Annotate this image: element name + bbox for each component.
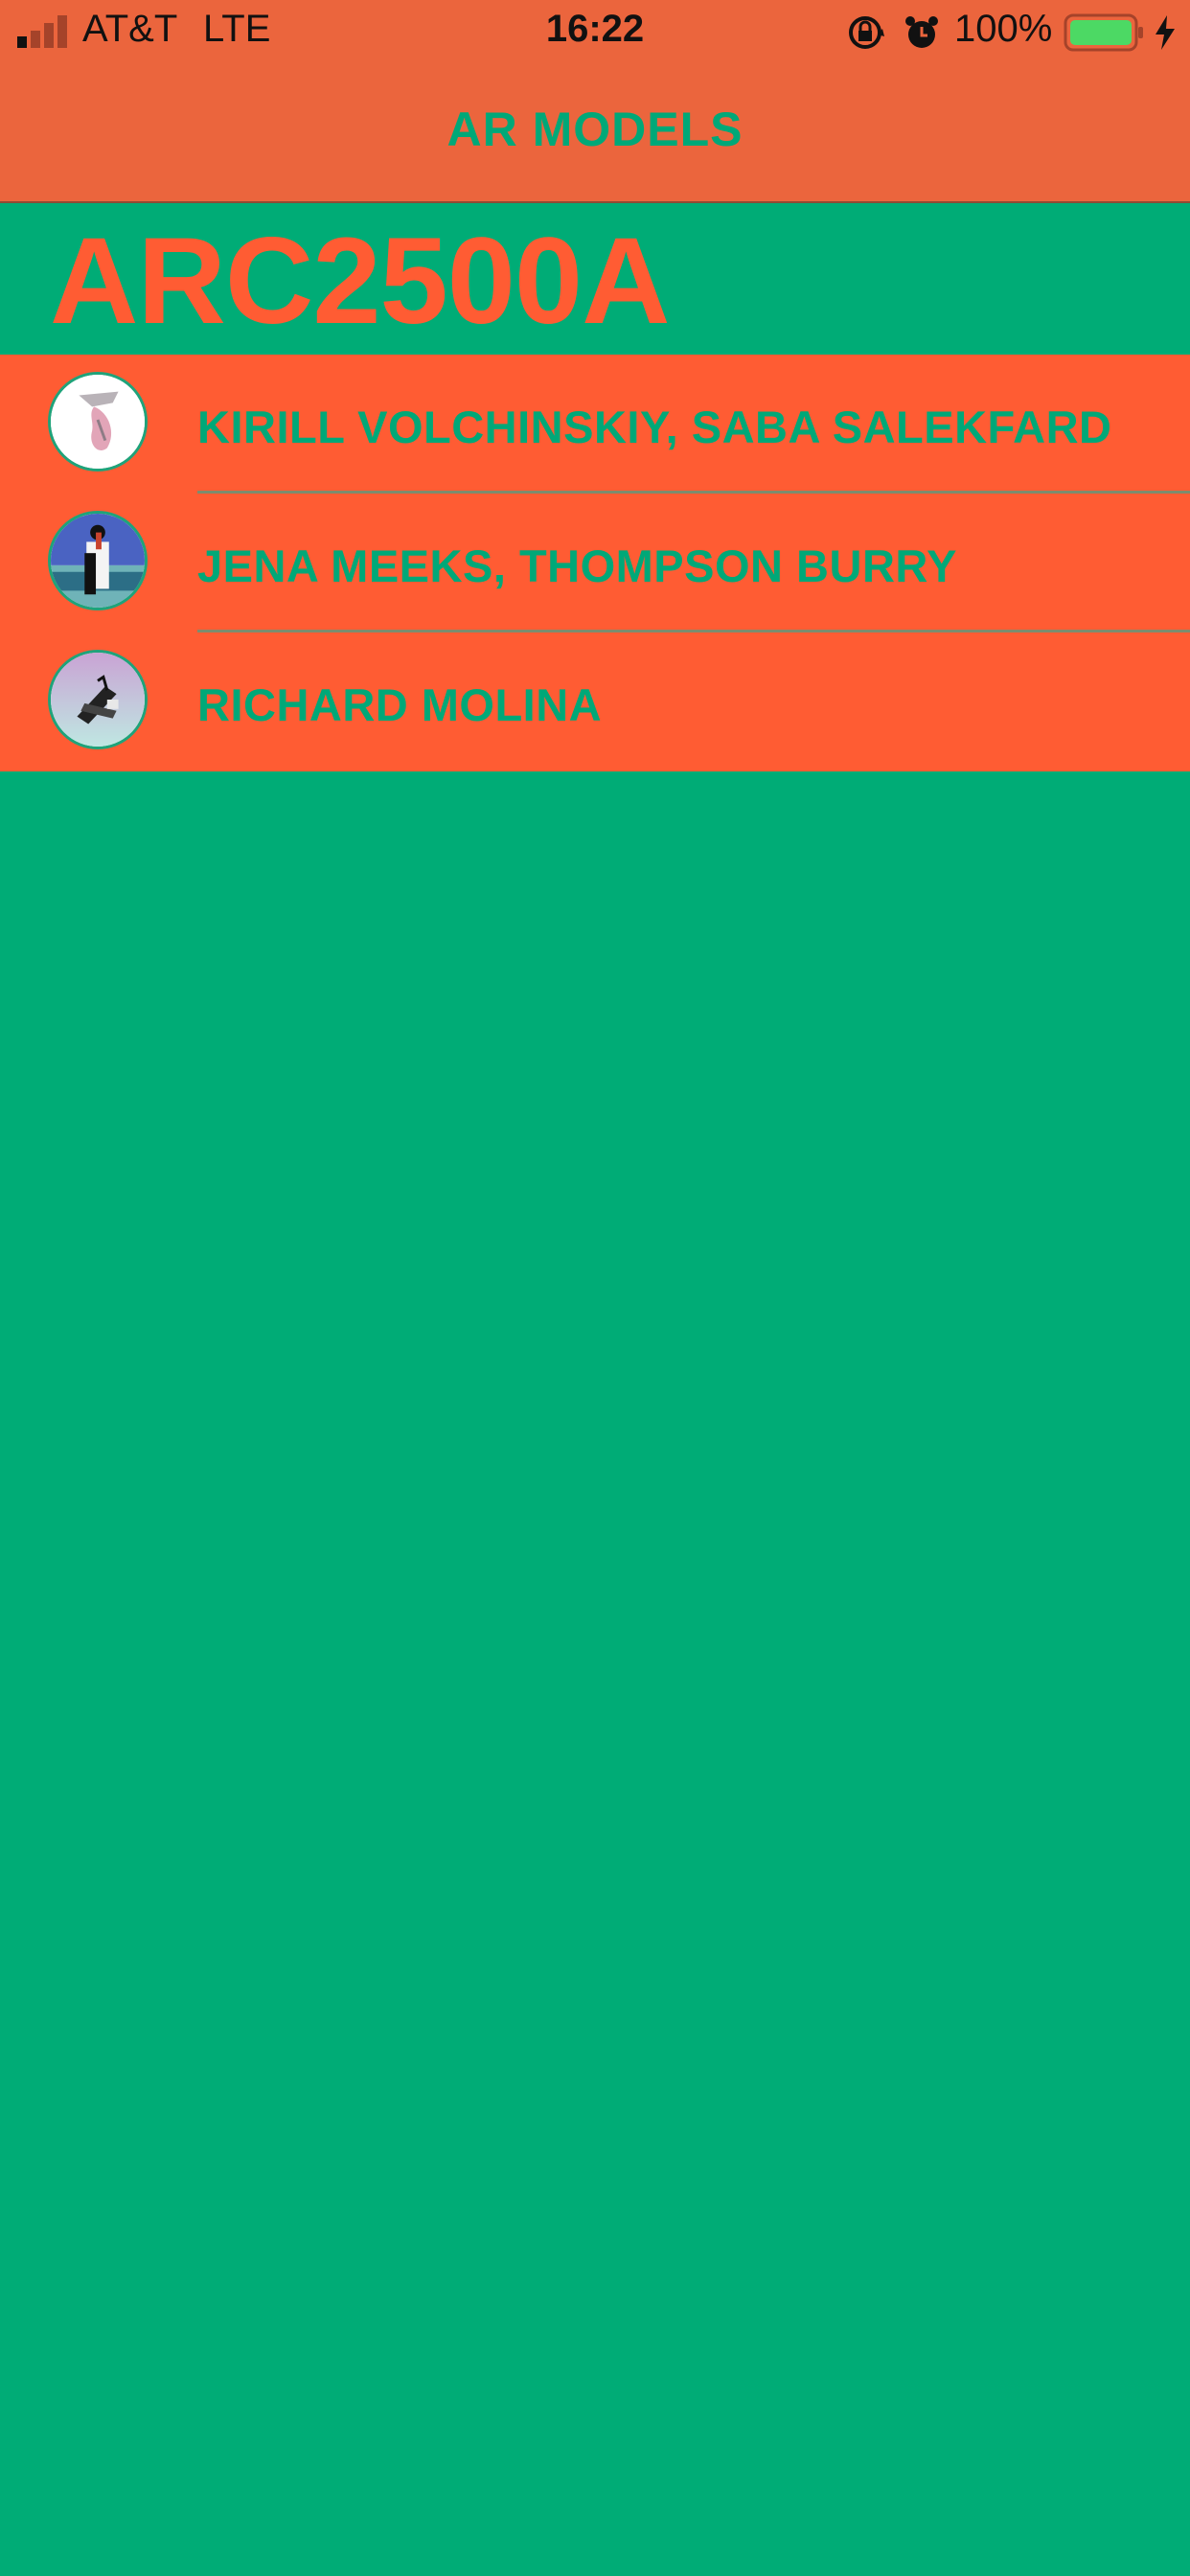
model-thumbnail	[48, 511, 148, 610]
model-thumbnail	[48, 650, 148, 749]
battery-icon	[1064, 13, 1143, 52]
list-item[interactable]: JENA MEEKS, THOMPSON BURRY	[0, 494, 1190, 632]
charging-bolt-icon	[1156, 15, 1175, 50]
list-item[interactable]: KIRILL VOLCHINSKIY, SABA SALEKFARD	[0, 355, 1190, 494]
model-list: KIRILL VOLCHINSKIY, SABA SALEKFARD JENA …	[0, 355, 1190, 771]
battery-percentage: 100%	[954, 8, 1053, 50]
section-header: ARC2500A	[0, 203, 1190, 355]
list-item-label: KIRILL VOLCHINSKIY, SABA SALEKFARD	[197, 402, 1112, 452]
status-bar: AT&T LTE 16:22 100%	[0, 0, 1190, 67]
page-title: ARC2500A	[50, 213, 670, 350]
list-item-label: JENA MEEKS, THOMPSON BURRY	[197, 540, 957, 591]
model-thumbnail	[48, 372, 148, 472]
list-item[interactable]: RICHARD MOLINA	[0, 632, 1190, 771]
alarm-icon	[905, 16, 938, 48]
top-bar: AT&T LTE 16:22 100% AR MODELS	[0, 0, 1190, 203]
list-item-label: RICHARD MOLINA	[197, 679, 603, 730]
nav-title: AR MODELS	[446, 103, 744, 156]
orientation-lock-icon	[849, 16, 884, 49]
